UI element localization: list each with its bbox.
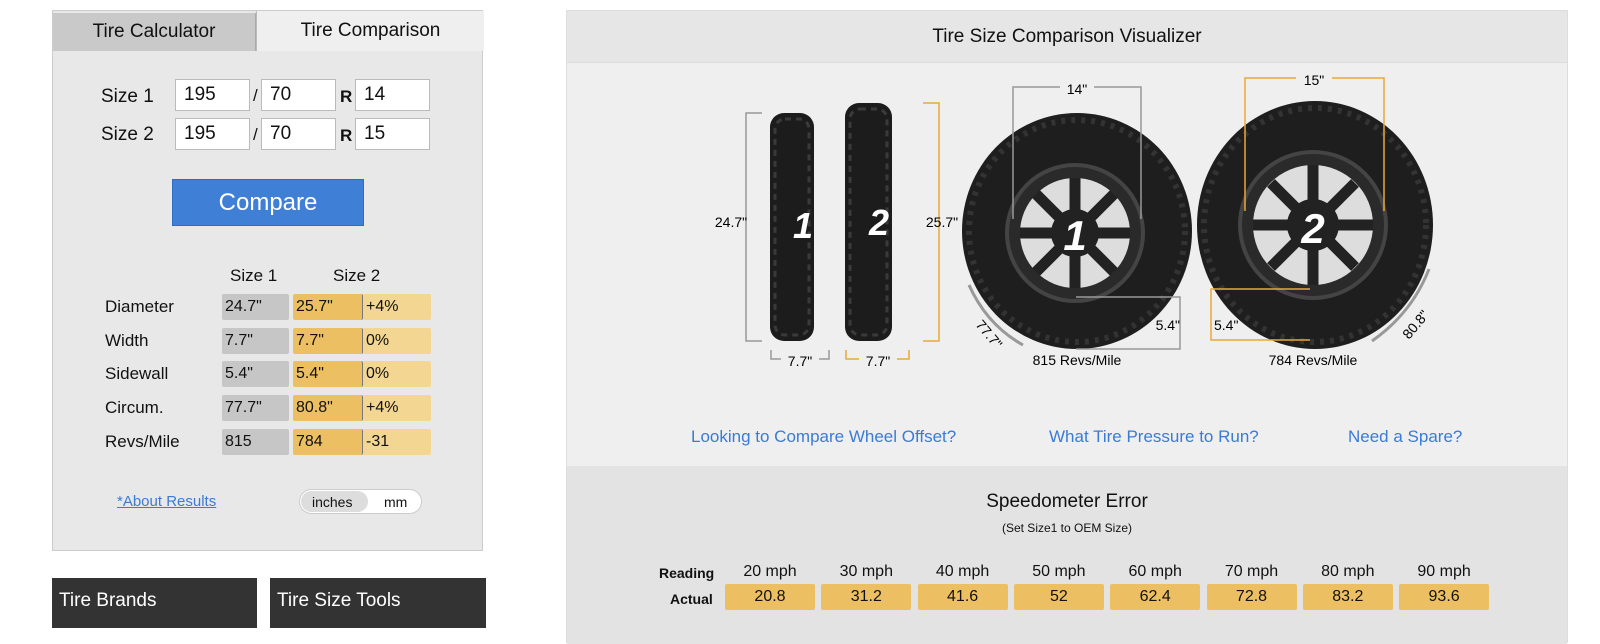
result-label: Width (105, 330, 149, 350)
speed-actual: 31.2 (821, 584, 912, 610)
tire1-rim: 14" (1067, 81, 1088, 97)
tire1-width: 7.7" (788, 353, 812, 369)
result-size1: 77.7" (222, 395, 289, 422)
tire-visualization: 1 2 24.7" 25.7" 7.7" 7.7" 1 14" 5.4" 77.… (715, 72, 1433, 369)
speed-actual: 93.6 (1399, 584, 1490, 610)
slash: / (253, 86, 258, 105)
wheel-offset-link[interactable]: Looking to Compare Wheel Offset? (691, 427, 956, 447)
tire-pressure-link[interactable]: What Tire Pressure to Run? (1049, 427, 1259, 447)
speed-actual: 62.4 (1110, 584, 1201, 610)
about-results-link[interactable]: *About Results (117, 493, 216, 510)
speed-reading: 40 mph (935, 563, 990, 580)
speed-reading: 20 mph (743, 563, 797, 580)
result-diff: 0% (363, 361, 431, 388)
tab-tire-calculator[interactable]: Tire Calculator (53, 13, 256, 51)
speedometer-section: Speedometer Error (Set Size1 to OEM Size… (567, 466, 1567, 644)
col-size2: Size 2 (333, 266, 381, 285)
size2-aspect-input[interactable]: 70 (261, 118, 336, 150)
result-size1: 24.7" (222, 294, 289, 320)
need-spare-link[interactable]: Need a Spare? (1348, 427, 1462, 447)
result-diff: +4% (363, 294, 431, 320)
tire1-sidewall: 5.4" (1156, 317, 1180, 333)
tire1-front: 1 (962, 113, 1192, 349)
tab-tire-comparison[interactable]: Tire Comparison (256, 11, 484, 51)
tire1-number: 1 (793, 205, 813, 246)
tire2-rim: 15" (1304, 72, 1325, 88)
result-size2: 784 (293, 428, 363, 455)
tire1-side: 1 (770, 113, 814, 341)
speed-reading: 60 mph (1128, 563, 1182, 580)
actual-label: Actual (670, 591, 713, 607)
result-size1: 815 (222, 428, 289, 455)
result-size2: 80.8" (293, 395, 363, 422)
speedometer-subtitle: (Set Size1 to OEM Size) (1001, 521, 1133, 535)
result-label: Revs/Mile (105, 431, 180, 451)
result-diff: 0% (363, 327, 431, 354)
speed-reading: 90 mph (1417, 563, 1471, 580)
slash: / (253, 125, 258, 144)
result-diff: -31 (363, 428, 431, 455)
tire-size-tools-header[interactable]: Tire Size Tools (270, 578, 486, 628)
size1-rim-input[interactable]: 14 (355, 79, 430, 111)
result-label: Circum. (105, 398, 164, 418)
speed-actual: 83.2 (1302, 584, 1393, 610)
result-size2: 5.4" (293, 361, 363, 388)
visualizer-title: Tire Size Comparison Visualizer (567, 11, 1567, 63)
reading-label: Reading (659, 565, 715, 581)
inches-option[interactable]: inches (312, 494, 352, 510)
result-diff: +4% (363, 395, 431, 422)
calculator-panel: Tire Calculator Tire Comparison Size 1 1… (52, 10, 484, 551)
speed-reading: 80 mph (1321, 563, 1375, 580)
tire1-diameter: 24.7" (715, 214, 747, 230)
r-label: R (340, 87, 353, 106)
tire1-circumference: 77.7" (973, 317, 1006, 352)
result-size1: 5.4" (222, 361, 289, 388)
tire2-front: 2 (1197, 101, 1433, 349)
result-size2: 25.7" (293, 294, 363, 320)
result-label: Sidewall (105, 364, 169, 384)
speed-reading: 70 mph (1224, 563, 1279, 580)
speed-actual: 52 (1013, 584, 1104, 610)
compare-button[interactable]: Compare (172, 179, 364, 226)
tire2-diameter: 25.7" (926, 214, 958, 230)
tire1-front-number: 1 (1063, 212, 1086, 259)
tire2-revs: 784 Revs/Mile (1269, 352, 1358, 368)
visualizer-panel: Tire Size Comparison Visualizer 1 2 24.7… (566, 10, 1568, 644)
size2-width-input[interactable]: 195 (175, 118, 250, 150)
tire2-sidewall: 5.4" (1214, 317, 1238, 333)
size2-rim-input[interactable]: 15 (355, 118, 430, 150)
r-label: R (340, 126, 353, 145)
col-size1: Size 1 (230, 266, 278, 285)
speed-actual: 72.8 (1206, 584, 1297, 610)
units-toggle[interactable]: inches mm (299, 489, 422, 514)
speed-reading: 30 mph (839, 563, 893, 580)
tire1-revs: 815 Revs/Mile (1033, 352, 1122, 368)
speed-actual: 20.8 (725, 584, 815, 610)
speed-actual: 41.6 (917, 584, 1008, 610)
size1-aspect-input[interactable]: 70 (261, 79, 336, 111)
size1-width-input[interactable]: 195 (175, 79, 250, 111)
size2-label: Size 2 (101, 124, 154, 145)
tire2-front-number: 2 (1300, 205, 1324, 252)
tire2-width: 7.7" (866, 353, 890, 369)
size1-label: Size 1 (101, 86, 154, 107)
result-size1: 7.7" (222, 327, 289, 354)
result-size2: 7.7" (293, 327, 363, 354)
tire-brands-header[interactable]: Tire Brands (52, 578, 257, 628)
speedometer-title: Speedometer Error (986, 491, 1148, 512)
result-label: Diameter (105, 297, 174, 316)
mm-option[interactable]: mm (384, 494, 407, 510)
tire2-side: 2 (845, 103, 892, 341)
tire2-number: 2 (868, 202, 889, 243)
speed-reading: 50 mph (1032, 563, 1086, 580)
